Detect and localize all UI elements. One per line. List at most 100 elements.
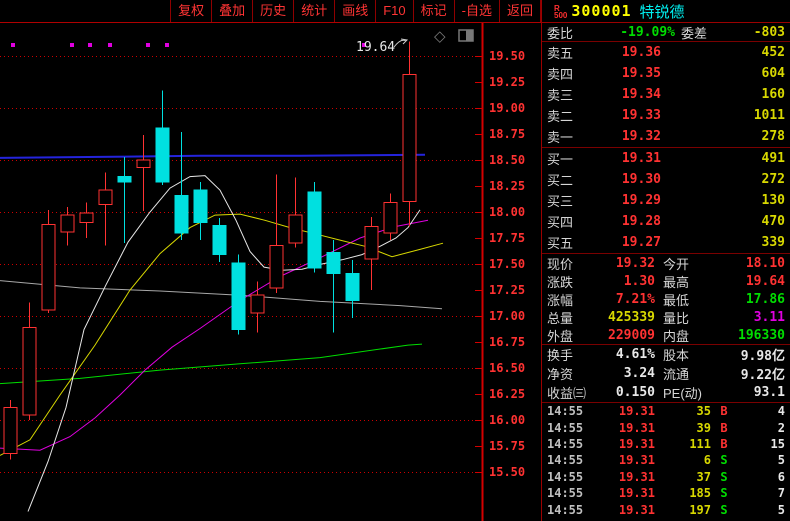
candle-body <box>79 212 94 223</box>
candle-body <box>136 159 151 168</box>
candle-body <box>212 225 227 256</box>
info-label: 今开 <box>663 256 690 272</box>
order-volume: 491 <box>761 151 785 166</box>
axis-label: 19.50 <box>489 49 525 63</box>
tick-volume: 37 <box>696 469 711 484</box>
order-price: 19.34 <box>621 87 661 102</box>
tick-price: 19.31 <box>618 486 655 501</box>
candle-body <box>3 407 18 454</box>
info-label: 内盘 <box>663 328 690 344</box>
candle-body <box>307 191 322 269</box>
tick-time: 14:55 <box>547 453 584 468</box>
toolbar-button-3[interactable]: 统计 <box>293 0 334 22</box>
candle-body <box>269 244 284 289</box>
order-volume: 452 <box>761 45 785 60</box>
tick-time: 14:55 <box>547 486 584 501</box>
tick-row: 14:55 19.31 111 B 15 <box>542 436 790 452</box>
tick-count: 5 <box>777 453 785 468</box>
tick-side: S <box>720 453 728 468</box>
order-level-label: 买五 <box>547 236 574 251</box>
buy-row-1[interactable]: 买一 19.31 491 <box>542 148 790 169</box>
tick-price: 19.31 <box>618 502 655 517</box>
order-level-label: 买二 <box>547 173 574 188</box>
buy-queue: 买一 19.31 491 买二 19.30 272 买三 19.29 130 买四 19.28 470… <box>542 148 790 254</box>
toolbar-button-6[interactable]: 标记 <box>412 0 454 22</box>
tick-side: S <box>720 469 728 484</box>
axis-label: 18.25 <box>489 179 525 193</box>
candle-body <box>41 223 56 311</box>
stat-label: PE(动) <box>663 386 703 401</box>
annotation-arrowhead <box>400 38 409 45</box>
toolbar-button-4[interactable]: 画线 <box>334 0 375 22</box>
order-price: 19.31 <box>621 151 661 166</box>
buy-row-3[interactable]: 买三 19.29 130 <box>542 190 790 211</box>
info-label: 涨跌 <box>547 274 574 290</box>
order-price: 19.27 <box>621 235 661 250</box>
tick-price: 19.31 <box>618 404 655 419</box>
toolbar-button-1[interactable]: 叠加 <box>211 0 252 22</box>
tick-trades: 14:55 19.31 35 B 4 14:55 19.31 39 B 2 14:55 19.31 11… <box>542 403 790 521</box>
diamond-icon[interactable]: ◇ <box>434 28 446 45</box>
quote-info: 现价 19.32 今开 18.10 涨跌 1.30 最高 19.64 涨幅 7.21% 最低 17.8… <box>542 254 790 345</box>
info-value: 1.30 <box>623 273 655 289</box>
axis-label: 19.00 <box>489 101 525 115</box>
axis-label: 18.50 <box>489 153 525 167</box>
info-value: 3.11 <box>753 309 785 325</box>
toolbar-button-8[interactable]: 返回 <box>498 0 541 22</box>
order-level-label: 卖二 <box>547 109 574 124</box>
tick-count: 15 <box>770 436 785 451</box>
order-level-label: 卖三 <box>547 88 574 103</box>
toolbar-button-7[interactable]: -自选 <box>453 0 499 22</box>
tick-row: 14:55 19.31 39 B 2 <box>542 419 790 435</box>
order-volume: 339 <box>761 235 785 250</box>
axis-label: 16.75 <box>489 335 525 349</box>
axis-label: 15.75 <box>489 439 525 453</box>
order-price: 19.28 <box>621 214 661 229</box>
info-label: 最高 <box>663 274 690 290</box>
info-row: 外盘 229009 内盘 196330 <box>542 326 790 344</box>
toolbar-button-2[interactable]: 历史 <box>252 0 293 22</box>
tick-row: 14:55 19.31 197 S 5 <box>542 501 790 517</box>
sell-row-5[interactable]: 卖五 19.36 452 <box>542 42 790 63</box>
toolbar-button-f10[interactable]: F10 <box>375 0 412 22</box>
buy-row-4[interactable]: 买四 19.28 470 <box>542 211 790 232</box>
tick-time: 14:55 <box>547 436 584 451</box>
info-label: 现价 <box>547 256 574 272</box>
sell-row-3[interactable]: 卖三 19.34 160 <box>542 84 790 105</box>
stat-value: 93.1 <box>753 385 785 400</box>
order-price: 19.35 <box>621 66 661 81</box>
stat-value: 0.150 <box>615 385 655 400</box>
sell-row-4[interactable]: 卖四 19.35 604 <box>542 63 790 84</box>
sell-row-2[interactable]: 卖二 19.33 1011 <box>542 105 790 126</box>
order-price: 19.32 <box>621 129 661 144</box>
axis-label: 17.25 <box>489 283 525 297</box>
buy-row-2[interactable]: 买二 19.30 272 <box>542 169 790 190</box>
mark-dot <box>108 43 112 47</box>
order-volume: 278 <box>761 129 785 144</box>
axis-label: 16.25 <box>489 387 525 401</box>
buy-row-5[interactable]: 买五 19.27 339 <box>542 232 790 253</box>
toolbar-button-0[interactable]: 复权 <box>170 0 211 22</box>
order-volume: 604 <box>761 66 785 81</box>
info-row: 总量 425339 量比 3.11 <box>542 308 790 326</box>
info-value: 19.32 <box>615 255 655 271</box>
info-row: 现价 19.32 今开 18.10 <box>542 254 790 272</box>
tick-price: 19.31 <box>618 420 655 435</box>
axis-label: 17.00 <box>489 309 525 323</box>
tick-time: 14:55 <box>547 404 584 419</box>
tick-side: B <box>720 420 728 435</box>
candle-body <box>155 127 170 183</box>
weicha-label: 委差 <box>681 25 708 41</box>
order-volume: 130 <box>761 193 785 208</box>
tick-time: 14:55 <box>547 469 584 484</box>
ma-green <box>0 343 423 385</box>
candlestick-chart[interactable]: 19.50 19.25 19.00 18.75 18.50 18.25 18.00 17.75… <box>0 23 543 521</box>
info-value: 18.10 <box>745 255 785 271</box>
axis-label: 17.50 <box>489 257 525 271</box>
tick-price: 19.31 <box>618 453 655 468</box>
order-volume: 1011 <box>753 108 785 123</box>
info-row: 涨幅 7.21% 最低 17.86 <box>542 290 790 308</box>
sell-row-1[interactable]: 卖一 19.32 278 <box>542 126 790 147</box>
high-price-annotation: 19.64 <box>356 40 395 55</box>
order-price: 19.29 <box>621 193 661 208</box>
